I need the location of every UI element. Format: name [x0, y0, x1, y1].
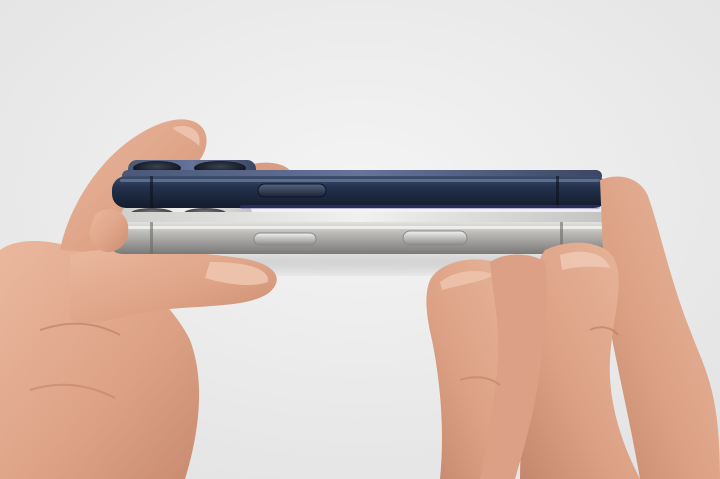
silver-antenna-band-left	[150, 222, 153, 254]
blue-frame-highlight	[120, 179, 600, 182]
blue-antenna-band-right	[556, 176, 559, 208]
product-photo	[0, 0, 720, 479]
silver-volume-button	[402, 230, 468, 246]
photo-canvas	[0, 0, 720, 479]
blue-side-button	[257, 183, 327, 198]
silver-frame-highlight	[116, 226, 604, 229]
blue-edge-tint	[240, 205, 600, 209]
silver-action-button	[253, 232, 317, 246]
silver-phone	[108, 205, 612, 254]
blue-antenna-band-left	[150, 176, 153, 208]
